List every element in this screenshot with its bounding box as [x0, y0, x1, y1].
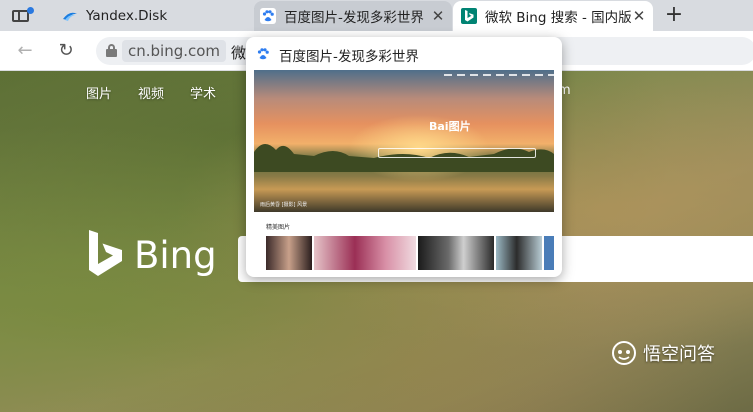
preview-thumb: [266, 236, 312, 270]
yandex-disk-icon: [63, 12, 77, 21]
preview-thumb: [418, 236, 494, 270]
page-preview-thumbnail: Bai图片 雨后黄昏 [摄影] 风景 精美图片: [254, 70, 554, 270]
preview-hero-image: Bai图片 雨后黄昏 [摄影] 风景: [254, 70, 554, 212]
preview-baidu-logo: Bai图片: [429, 118, 471, 134]
wukong-logo-icon: [612, 341, 636, 365]
tab-yandex-disk[interactable]: Yandex.Disk: [54, 1, 254, 31]
reload-button[interactable]: ↻: [54, 39, 78, 63]
bing-logo-text: Bing: [134, 234, 217, 277]
preview-logo-text: Bai: [429, 120, 449, 133]
tab-title: 微软 Bing 搜索 - 国内版: [485, 10, 632, 26]
bing-logo: Bing: [86, 230, 217, 282]
bing-icon: [461, 8, 477, 24]
wukong-watermark: 悟空问答: [611, 340, 715, 366]
preview-thumbnails: [266, 236, 554, 270]
watermark-text: 悟空问答: [643, 344, 715, 365]
preview-logo-accent: 图片: [448, 120, 471, 133]
preview-top-nav: [444, 74, 554, 76]
nav-videos-link[interactable]: 视频: [138, 83, 164, 102]
tab-title: 百度图片-发现多彩世界: [284, 10, 424, 26]
back-button[interactable]: ←: [13, 39, 37, 63]
tab-bing[interactable]: 微软 Bing 搜索 - 国内版 ✕: [453, 1, 653, 31]
close-tab-icon[interactable]: ✕: [430, 8, 446, 24]
preview-search-box: [378, 148, 536, 158]
preview-thumb: [544, 236, 554, 270]
lock-icon[interactable]: [106, 44, 117, 57]
baidu-paw-icon: [260, 8, 276, 24]
preview-caption: 雨后黄昏 [摄影] 风景: [260, 202, 308, 208]
url-text: 微: [231, 44, 247, 62]
baidu-paw-icon: [257, 48, 269, 60]
bing-b-icon: [89, 230, 122, 276]
preview-thumb: [314, 236, 416, 270]
preview-thumb: [496, 236, 542, 270]
preview-section-label: 精美图片: [266, 224, 291, 231]
hover-card-title: 百度图片-发现多彩世界: [279, 49, 419, 65]
bing-top-nav: 图片 视频 学术: [86, 83, 216, 102]
new-tab-button[interactable]: +: [663, 4, 685, 27]
tab-title: Yandex.Disk: [86, 8, 168, 24]
nav-images-link[interactable]: 图片: [86, 83, 112, 102]
tab-hover-card: 百度图片-发现多彩世界 Bai图片 雨后黄昏 [摄影] 风景 精美图片: [246, 37, 562, 277]
url-host: cn.bing.com: [122, 40, 227, 62]
close-tab-icon[interactable]: ✕: [631, 8, 647, 24]
sidebar-toggle-icon[interactable]: [9, 6, 35, 26]
tab-baidu-images[interactable]: 百度图片-发现多彩世界 ✕: [254, 1, 452, 31]
tab-strip: Yandex.Disk 百度图片-发现多彩世界 ✕ 微软 Bing 搜索 - 国…: [0, 0, 753, 31]
nav-academic-link[interactable]: 学术: [190, 83, 216, 102]
